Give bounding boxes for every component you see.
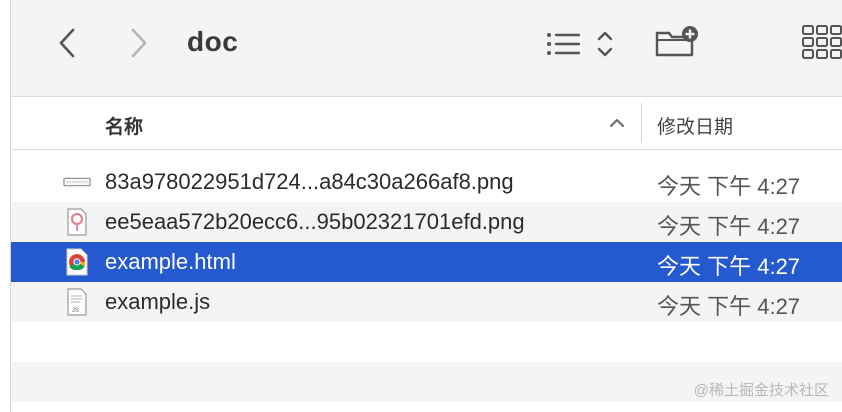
watermark-text: @稀土掘金技术社区 xyxy=(693,382,829,399)
file-name: example.html xyxy=(105,249,236,274)
file-name: 83a978022951d724...a84c30a266af8.png xyxy=(105,169,514,194)
back-button[interactable] xyxy=(49,24,85,62)
file-date: 今天 下午 4:27 xyxy=(657,174,801,199)
file-row[interactable]: ee5eaa572b20ecc6...95b02321701efd.png 今天… xyxy=(11,202,842,242)
file-row[interactable]: JS example.js 今天 下午 4:27 xyxy=(11,282,842,322)
view-options-button[interactable] xyxy=(541,24,621,64)
new-folder-button[interactable] xyxy=(653,22,701,62)
file-date: 今天 下午 4:27 xyxy=(657,214,801,239)
chrome-html-icon xyxy=(63,248,91,276)
column-divider[interactable] xyxy=(641,103,642,143)
list-view-icon xyxy=(547,31,613,57)
file-name: ee5eaa572b20ecc6...95b02321701efd.png xyxy=(105,209,525,234)
toolbar: doc xyxy=(11,0,842,97)
file-list: 83a978022951d724...a84c30a266af8.png 今天 … xyxy=(11,162,842,402)
sort-ascending-icon[interactable] xyxy=(607,113,627,133)
png-file-icon xyxy=(63,168,91,196)
chevron-right-icon xyxy=(131,28,147,58)
file-row[interactable]: 83a978022951d724...a84c30a266af8.png 今天 … xyxy=(11,162,842,202)
chevron-left-icon xyxy=(59,28,75,58)
file-row-selected[interactable]: example.html 今天 下午 4:27 xyxy=(11,242,842,282)
empty-row xyxy=(11,322,842,362)
icon-view-button[interactable] xyxy=(801,20,842,64)
column-header-name[interactable]: 名称 xyxy=(105,112,143,139)
forward-button[interactable] xyxy=(121,24,157,62)
column-header-row: 名称 修改日期 xyxy=(11,97,842,150)
svg-text:JS: JS xyxy=(72,308,79,314)
column-header-date-modified[interactable]: 修改日期 xyxy=(657,112,733,139)
file-name: example.js xyxy=(105,289,211,314)
file-date: 今天 下午 4:27 xyxy=(657,254,801,279)
folder-title: doc xyxy=(187,26,239,57)
file-date: 今天 下午 4:27 xyxy=(657,294,801,319)
png-image-icon xyxy=(63,208,91,236)
finder-window: doc 名称 修改日期 83a978022951d724...a84c30a26… xyxy=(10,0,842,412)
js-file-icon: JS xyxy=(63,288,91,316)
new-folder-icon xyxy=(655,26,698,57)
icon-grid-icon xyxy=(802,25,842,59)
